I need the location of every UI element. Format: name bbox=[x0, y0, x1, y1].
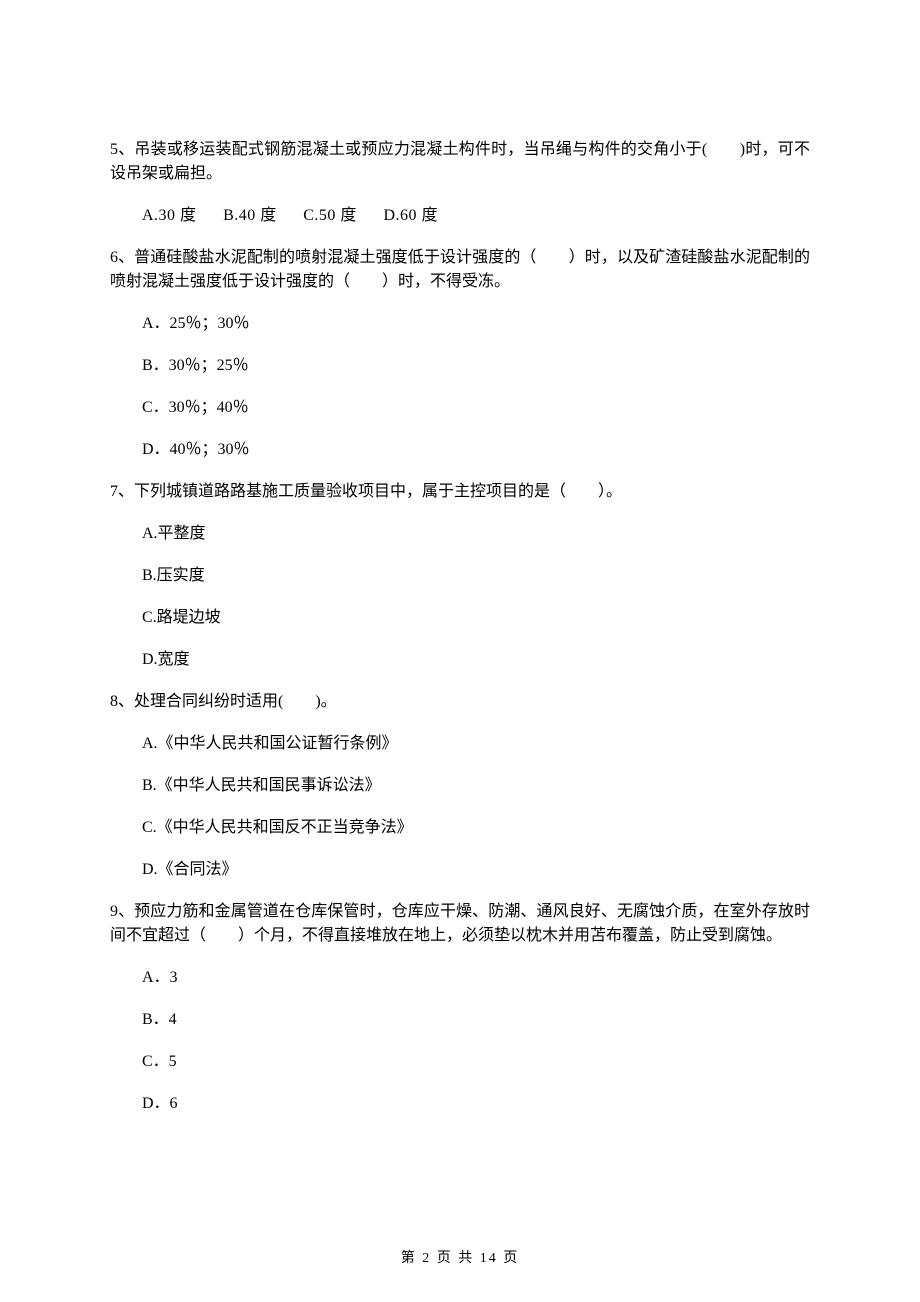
q7-opt-b: B.压实度 bbox=[142, 564, 810, 588]
q6-options: A．25％；30％ B．30％；25％ C．30％；40％ D．40％；30％ bbox=[142, 312, 810, 462]
q7-opt-a: A.平整度 bbox=[142, 522, 810, 546]
q6-stem: 6、普通硅酸盐水泥配制的喷射混凝土强度低于设计强度的（ ）时，以及矿渣硅酸盐水泥… bbox=[110, 246, 810, 294]
q9-opt-a: A．3 bbox=[142, 966, 810, 990]
q5-opt-d: D.60 度 bbox=[383, 207, 438, 224]
q6-opt-d: D．40％；30％ bbox=[142, 438, 810, 462]
q9-stem: 9、预应力筋和金属管道在仓库保管时，仓库应干燥、防潮、通风良好、无腐蚀介质，在室… bbox=[110, 900, 810, 948]
q8-options: A.《中华人民共和国公证暂行条例》 B.《中华人民共和国民事诉讼法》 C.《中华… bbox=[142, 732, 810, 882]
q8-opt-b: B.《中华人民共和国民事诉讼法》 bbox=[142, 774, 810, 798]
q5-stem: 5、吊装或移运装配式钢筋混凝土或预应力混凝土构件时，当吊绳与构件的交角小于( )… bbox=[110, 138, 810, 186]
q7-options: A.平整度 B.压实度 C.路堤边坡 D.宽度 bbox=[142, 522, 810, 672]
q5-opt-a: A.30 度 bbox=[142, 207, 197, 224]
q6-opt-a: A．25％；30％ bbox=[142, 312, 810, 336]
q7-opt-c: C.路堤边坡 bbox=[142, 606, 810, 630]
q5-opt-b: B.40 度 bbox=[223, 207, 277, 224]
q8-opt-c: C.《中华人民共和国反不正当竞争法》 bbox=[142, 816, 810, 840]
q6-opt-b: B．30％；25％ bbox=[142, 354, 810, 378]
q8-stem: 8、处理合同纠纷时适用( )。 bbox=[110, 690, 810, 714]
q8-opt-a: A.《中华人民共和国公证暂行条例》 bbox=[142, 732, 810, 756]
q9-opt-c: C．5 bbox=[142, 1050, 810, 1074]
q7-stem: 7、下列城镇道路路基施工质量验收项目中，属于主控项目的是（ ）。 bbox=[110, 480, 810, 504]
q5-opt-c: C.50 度 bbox=[303, 207, 357, 224]
q5-options: A.30 度 B.40 度 C.50 度 D.60 度 bbox=[142, 204, 810, 228]
q8-opt-d: D.《合同法》 bbox=[142, 858, 810, 882]
q7-opt-d: D.宽度 bbox=[142, 648, 810, 672]
page-content: 5、吊装或移运装配式钢筋混凝土或预应力混凝土构件时，当吊绳与构件的交角小于( )… bbox=[0, 0, 920, 1116]
q9-options: A．3 B．4 C．5 D．6 bbox=[142, 966, 810, 1116]
q9-opt-d: D．6 bbox=[142, 1092, 810, 1116]
page-footer: 第 2 页 共 14 页 bbox=[0, 1247, 920, 1267]
q9-opt-b: B．4 bbox=[142, 1008, 810, 1032]
q6-opt-c: C．30％；40％ bbox=[142, 396, 810, 420]
